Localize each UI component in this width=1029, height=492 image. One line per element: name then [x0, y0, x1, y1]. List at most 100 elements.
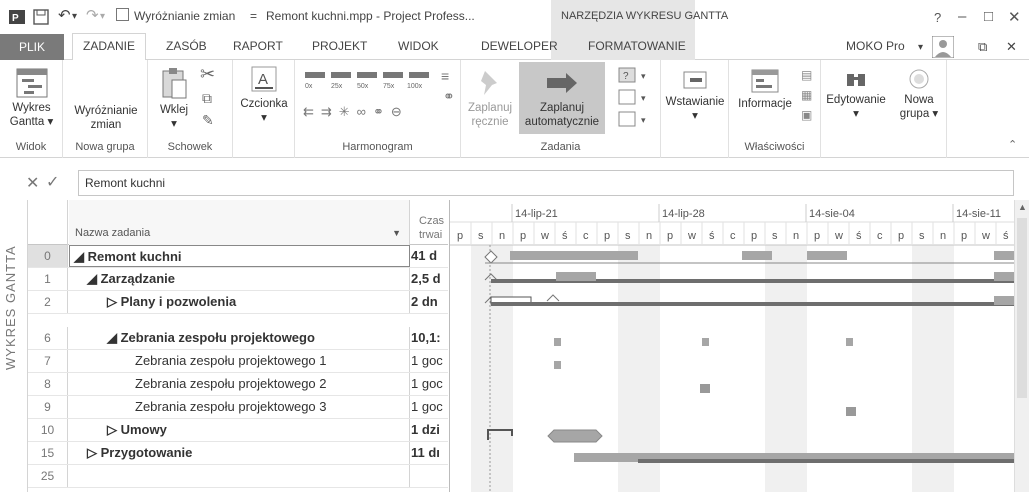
qat-customize-icon[interactable]: = — [250, 9, 257, 23]
redo-icon[interactable]: ↷ — [86, 6, 99, 24]
undo-dropdown-icon[interactable]: ▾ — [72, 11, 77, 22]
paste-button[interactable]: Wklej ▾ — [154, 66, 194, 131]
copy-icon[interactable]: ⧉ — [202, 90, 212, 107]
task-row[interactable]: 8 Zebrania zespołu projektowego 21 goc — [28, 373, 448, 396]
schedule-tools-icons[interactable]: ⇇⇉✳∞⚭⊖ — [303, 104, 409, 120]
column-filter-icon[interactable]: ▼ — [392, 228, 401, 238]
task-id[interactable]: 0 — [28, 245, 68, 267]
font-button[interactable]: A Czcionka ▾ — [237, 66, 291, 125]
respect-links-icon[interactable]: ≡ — [441, 68, 449, 84]
avatar[interactable] — [932, 36, 954, 58]
task-duration[interactable]: 11 dı — [411, 442, 448, 464]
cancel-entry-icon[interactable]: ✕ — [26, 173, 39, 193]
task-name[interactable]: ◢ Zebrania zespołu projektowego — [69, 327, 410, 349]
task-row[interactable]: 7 Zebrania zespołu projektowego 11 goc — [28, 350, 448, 373]
task-row[interactable]: 15 ▷ Przygotowanie 11 dı — [28, 442, 448, 465]
close-document-icon[interactable]: ✕ — [1006, 39, 1017, 55]
task-name[interactable]: ◢ Remont kuchni — [69, 245, 410, 267]
task-name[interactable]: ▷ Umowy — [69, 419, 410, 441]
redo-dropdown-icon[interactable]: ▾ — [100, 11, 105, 22]
scroll-up-icon[interactable]: ▲ — [1018, 202, 1027, 212]
task-duration[interactable]: 10,1: — [411, 327, 448, 349]
task-name[interactable]: Zebrania zespołu projektowego 2 — [69, 373, 410, 395]
scroll-thumb[interactable] — [1017, 218, 1027, 398]
task-duration[interactable]: 1 goc — [411, 350, 448, 372]
tab-developer[interactable]: DEWELOPER — [481, 39, 558, 53]
task-mode-icons[interactable]: ? ▾ ▾ ▾ — [615, 64, 655, 130]
tab-file[interactable]: PLIK — [0, 34, 64, 60]
task-id[interactable]: 6 — [28, 327, 68, 349]
task-duration[interactable]: 2 dn — [411, 291, 448, 313]
close-button[interactable]: ✕ — [1008, 8, 1021, 26]
task-duration[interactable] — [411, 465, 448, 487]
entry-field[interactable]: Remont kuchni — [78, 170, 1014, 196]
tab-resource[interactable]: ZASÓB — [166, 39, 207, 53]
select-all-cell[interactable] — [28, 200, 68, 245]
task-id[interactable]: 25 — [28, 465, 68, 487]
pct-75-label: 75x — [383, 83, 395, 90]
task-row[interactable]: 1 ◢ Zarządzanie 2,5 d — [28, 268, 448, 291]
week-label: 14-lip-21 — [515, 208, 558, 220]
task-name[interactable]: Zebrania zespołu projektowego 1 — [69, 350, 410, 372]
task-row[interactable]: 0 ◢ Remont kuchni 41 d — [28, 245, 448, 268]
add-timeline-icon[interactable]: ▣ — [801, 108, 812, 122]
task-id[interactable]: 10 — [28, 419, 68, 441]
task-id[interactable]: 9 — [28, 396, 68, 418]
tab-task[interactable]: ZADANIE — [72, 33, 147, 61]
task-name[interactable]: ▷ Plany i pozwolenia — [69, 291, 410, 313]
task-id[interactable]: 8 — [28, 373, 68, 395]
column-header-duration[interactable]: Czas trwai — [411, 200, 448, 245]
tab-project[interactable]: PROJEKT — [312, 39, 367, 53]
link-tasks-icon[interactable]: ⚭ — [443, 88, 455, 105]
task-id[interactable]: 15 — [28, 442, 68, 464]
save-icon[interactable] — [32, 8, 50, 26]
undo-icon[interactable]: ↶ — [58, 6, 71, 24]
task-row[interactable]: 2 ▷ Plany i pozwolenia 2 dn — [28, 291, 448, 314]
format-painter-icon[interactable]: ✎ — [202, 112, 214, 129]
task-row[interactable]: 25 — [28, 465, 448, 488]
task-name[interactable] — [69, 465, 410, 487]
task-id[interactable]: 2 — [28, 291, 68, 313]
tab-report[interactable]: RAPORT — [233, 39, 283, 53]
minimize-button[interactable]: – — [958, 8, 966, 25]
new-group-label-2: grupa — [899, 108, 930, 120]
task-name[interactable]: ▷ Przygotowanie — [69, 442, 410, 464]
help-button[interactable]: ? — [934, 10, 941, 25]
notes-icon[interactable]: ▤ — [801, 68, 812, 82]
task-duration[interactable]: 1 goc — [411, 396, 448, 418]
task-name[interactable]: ◢ Zarządzanie — [69, 268, 410, 290]
chevron-down-icon[interactable]: ▾ — [918, 42, 923, 53]
editing-button[interactable]: Edytowanie ▾ — [825, 68, 887, 121]
vertical-scrollbar[interactable]: ▲ — [1014, 200, 1029, 492]
tab-format[interactable]: FORMATOWANIE — [588, 39, 686, 53]
task-id[interactable]: 1 — [28, 268, 68, 290]
tab-view[interactable]: WIDOK — [398, 39, 439, 53]
cut-icon[interactable]: ✂ — [200, 64, 215, 85]
column-header-name[interactable]: Nazwa zadania ▼ — [69, 200, 410, 245]
highlight-changes-button[interactable]: Wyróżnianie zmian — [67, 104, 145, 132]
task-duration[interactable]: 2,5 d — [411, 268, 448, 290]
user-name[interactable]: MOKO Pro — [846, 39, 905, 53]
ribbon-display-icon[interactable]: ⧉ — [978, 39, 987, 55]
restore-button[interactable]: □ — [984, 8, 993, 25]
group-view-label: Widok — [15, 141, 47, 153]
details-icon[interactable]: ▦ — [801, 88, 812, 102]
task-duration[interactable]: 1 goc — [411, 373, 448, 395]
information-button[interactable]: Informacje — [733, 68, 797, 111]
confirm-entry-icon[interactable]: ✓ — [46, 172, 59, 192]
manually-schedule-button[interactable]: Zaplanuj ręcznie — [467, 68, 513, 129]
auto-schedule-button[interactable]: Zaplanuj automatycznie — [519, 68, 605, 129]
task-id[interactable]: 7 — [28, 350, 68, 372]
gantt-chart-button[interactable]: Wykres Gantta ▾ — [4, 68, 59, 129]
task-row[interactable]: 9 Zebrania zespołu projektowego 31 goc — [28, 396, 448, 419]
task-name[interactable]: Zebrania zespołu projektowego 3 — [69, 396, 410, 418]
task-row[interactable]: 10 ▷ Umowy 1 dzi — [28, 419, 448, 442]
task-duration[interactable]: 41 d — [411, 245, 448, 267]
collapse-ribbon-icon[interactable]: ⌃ — [1008, 138, 1017, 151]
task-duration[interactable]: 1 dzi — [411, 419, 448, 441]
insert-button[interactable]: Wstawianie ▾ — [663, 68, 727, 123]
task-row[interactable]: 6 ◢ Zebrania zespołu projektowego 10,1: — [28, 327, 448, 350]
new-group-button[interactable]: Nowa grupa ▾ — [893, 68, 945, 121]
track-changes-checkbox[interactable] — [116, 8, 129, 21]
pct-0-label: 0x — [305, 83, 313, 90]
